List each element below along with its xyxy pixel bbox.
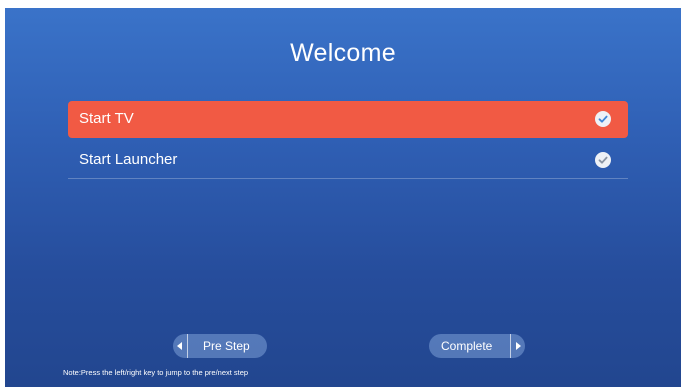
option-label: Start Launcher — [79, 151, 178, 168]
check-icon — [595, 152, 611, 168]
option-start-tv[interactable]: Start TV — [68, 101, 628, 138]
footer-note: Note:Press the left/right key to jump to… — [63, 368, 249, 377]
right-arrow-icon — [510, 334, 525, 358]
complete-button[interactable]: Complete — [429, 334, 525, 358]
option-label: Start TV — [79, 110, 134, 127]
screen: Welcome Start TV Start Launcher Pre Step… — [0, 0, 681, 387]
welcome-panel: Welcome Start TV Start Launcher Pre Step… — [5, 8, 681, 387]
check-icon — [595, 111, 611, 127]
left-arrow-icon — [173, 334, 188, 358]
pre-step-button[interactable]: Pre Step — [173, 334, 267, 358]
option-start-launcher[interactable]: Start Launcher — [68, 142, 628, 179]
pre-step-label: Pre Step — [203, 339, 250, 353]
complete-label: Complete — [441, 339, 493, 353]
page-title: Welcome — [290, 39, 396, 67]
